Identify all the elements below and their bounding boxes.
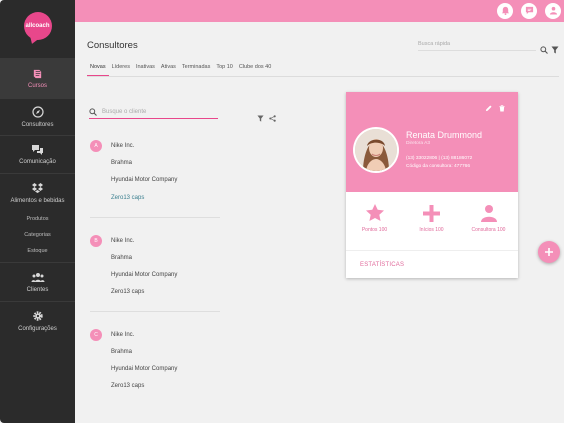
tab-ativas[interactable]: Ativas xyxy=(158,62,179,76)
sidebar-subitem-label: Categorias xyxy=(24,232,51,238)
sidebar-item-label: Consultores xyxy=(21,122,54,128)
search-icon[interactable] xyxy=(540,41,548,59)
sidebar-subitem-categorias[interactable]: Categorias xyxy=(0,227,75,243)
sidebar-subitem-produtos[interactable]: Produtos xyxy=(0,211,75,227)
search-icon xyxy=(89,103,97,121)
quick-search-input[interactable]: Busca rápida xyxy=(418,41,536,51)
chat-icon xyxy=(31,144,44,155)
sidebar-subitem-estoque[interactable]: Estoque xyxy=(0,243,75,259)
profile-button[interactable] xyxy=(545,3,561,19)
list-item[interactable]: Brahma xyxy=(111,349,132,355)
book-icon xyxy=(32,68,43,79)
edit-icon[interactable] xyxy=(485,99,492,117)
statistics-link[interactable]: ESTATÍSTICAS xyxy=(360,262,404,268)
card-divider xyxy=(346,250,518,251)
trash-icon[interactable] xyxy=(499,99,505,117)
tabs-divider xyxy=(87,76,559,77)
dropbox-icon xyxy=(31,182,44,194)
top-bar xyxy=(75,0,564,22)
filter-icon[interactable] xyxy=(551,41,559,59)
sidebar-item-cursos[interactable]: Cursos xyxy=(0,58,75,98)
page-title: Consultores xyxy=(87,40,138,51)
client-group-b: B Nike Inc. Brahma Hyundai Motor Company… xyxy=(90,235,220,315)
sidebar-item-label: Comunicação xyxy=(19,159,56,165)
group-letter-badge: A xyxy=(90,140,102,152)
tab-clube-dos-40[interactable]: Clube dos 40 xyxy=(236,62,274,76)
consultant-role: Diretora A3 xyxy=(406,141,430,146)
notifications-button[interactable] xyxy=(497,3,513,19)
group-letter-badge: C xyxy=(90,329,102,341)
group-divider xyxy=(90,311,220,312)
sidebar-item-clientes[interactable]: Clientes xyxy=(0,262,75,301)
stat-pontos[interactable]: Pontos 100 xyxy=(346,202,403,233)
tab-novas[interactable]: Novas xyxy=(87,62,109,76)
consultant-phones: (13) 33022806 | (13) 88186072 xyxy=(406,156,473,161)
tab-inativas[interactable]: Inativas xyxy=(133,62,158,76)
sidebar-item-consultores[interactable]: Consultores xyxy=(0,98,75,135)
list-item[interactable]: Brahma xyxy=(111,160,132,166)
list-item[interactable]: Nike Inc. xyxy=(111,332,134,338)
allcoach-logo[interactable]: allcoach xyxy=(23,12,52,40)
tab-terminadas[interactable]: Terminadas xyxy=(179,62,213,76)
consultant-code: Código da consultora: 477766 xyxy=(406,164,471,169)
filter-icon[interactable] xyxy=(257,109,264,127)
stat-consultora[interactable]: Consultora 100 xyxy=(460,202,517,233)
consultant-card-header: Renata Drummond Diretora A3 (13) 3302280… xyxy=(346,92,518,192)
group-icon xyxy=(31,272,45,283)
sidebar-subitem-label: Estoque xyxy=(27,248,48,254)
gear-icon xyxy=(32,310,44,322)
sidebar-item-comunicacao[interactable]: Comunicação xyxy=(0,135,75,173)
tab-top10[interactable]: Top 10 xyxy=(213,62,236,76)
add-button[interactable] xyxy=(538,241,560,263)
sidebar-item-configuracoes[interactable]: Configurações xyxy=(0,301,75,339)
plus-icon xyxy=(403,202,460,224)
group-letter-badge: B xyxy=(90,235,102,247)
list-item[interactable]: Zero13 caps xyxy=(111,195,144,201)
logo-text: allcoach xyxy=(25,23,50,29)
list-item[interactable]: Nike Inc. xyxy=(111,143,134,149)
consultant-avatar xyxy=(353,127,399,173)
sidebar-subitem-label: Produtos xyxy=(26,216,49,222)
sidebar-item-label: Clientes xyxy=(26,286,49,293)
person-icon xyxy=(460,202,517,224)
sidebar-item-alimentos[interactable]: Alimentos e bebidas xyxy=(0,173,75,211)
bell-icon xyxy=(501,2,510,20)
stat-label: Pontos 100 xyxy=(361,227,388,233)
compass-icon xyxy=(31,106,44,118)
list-item[interactable]: Brahma xyxy=(111,255,132,261)
client-search-input[interactable]: Busque o cliente xyxy=(89,106,218,119)
avatar-photo xyxy=(355,129,397,171)
tabs: Novas Líderes Inativas Ativas Terminadas… xyxy=(87,62,274,76)
logo-area: allcoach xyxy=(0,0,75,58)
sidebar: allcoach Cursos Consultores Comunicação … xyxy=(0,0,75,423)
share-icon[interactable] xyxy=(269,109,276,127)
list-item[interactable]: Zero13 caps xyxy=(111,289,144,295)
consultant-name: Renata Drummond xyxy=(406,130,483,140)
client-group-c: C Nike Inc. Brahma Hyundai Motor Company… xyxy=(90,329,220,399)
sidebar-item-label: Cursos xyxy=(27,83,47,89)
client-search-placeholder: Busque o cliente xyxy=(102,109,147,115)
client-group-a: A Nike Inc. Brahma Hyundai Motor Company… xyxy=(90,140,220,220)
list-item[interactable]: Hyundai Motor Company xyxy=(111,177,177,183)
star-icon xyxy=(346,202,403,224)
stat-label: Inícios 100 xyxy=(419,227,444,233)
list-item[interactable]: Zero13 caps xyxy=(111,383,144,389)
consultant-card: Renata Drummond Diretora A3 (13) 3302280… xyxy=(346,92,518,278)
group-divider xyxy=(90,217,220,218)
list-item[interactable]: Hyundai Motor Company xyxy=(111,366,177,372)
quick-search-placeholder: Busca rápida xyxy=(418,41,451,47)
list-item[interactable]: Hyundai Motor Company xyxy=(111,272,177,278)
tab-lideres[interactable]: Líderes xyxy=(109,62,133,76)
messages-button[interactable] xyxy=(521,3,537,19)
list-item[interactable]: Nike Inc. xyxy=(111,238,134,244)
stat-inicios[interactable]: Inícios 100 xyxy=(403,202,460,233)
chat-bubble-icon xyxy=(525,2,534,20)
user-icon xyxy=(549,2,558,20)
stat-label: Consultora 100 xyxy=(471,227,506,233)
sidebar-item-label: Configurações xyxy=(18,325,57,332)
sidebar-item-label: Alimentos e bebidas xyxy=(10,197,65,204)
plus-icon xyxy=(545,243,553,261)
